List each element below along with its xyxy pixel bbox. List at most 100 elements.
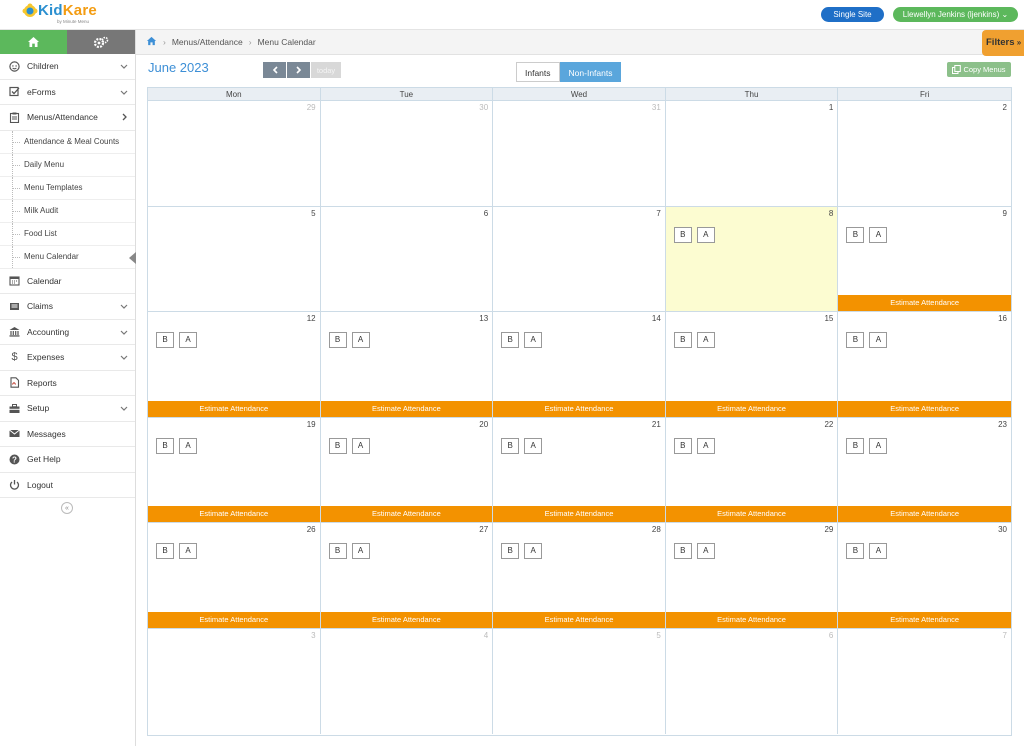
day-cell[interactable]: 1 [666, 101, 839, 206]
prev-month-button[interactable] [263, 62, 287, 78]
breakfast-button[interactable]: B [156, 332, 174, 348]
copy-menus-button[interactable]: Copy Menus [947, 62, 1011, 77]
am-snack-button[interactable]: A [351, 437, 370, 454]
estimate-attendance-button[interactable]: Estimate Attendance [665, 611, 838, 628]
sidebar-item-children[interactable]: Children [0, 54, 135, 80]
breakfast-button[interactable]: B [846, 332, 865, 348]
day-cell[interactable]: 13 B A Estimate Attendance [320, 312, 494, 417]
estimate-attendance-button[interactable]: Estimate Attendance [665, 506, 838, 522]
day-cell[interactable]: 2 [838, 101, 1011, 206]
day-cell[interactable]: 3 [148, 628, 321, 734]
day-cell[interactable]: 29 [148, 101, 321, 206]
am-snack-button[interactable]: A [524, 437, 543, 454]
breakfast-button[interactable]: B [846, 437, 865, 454]
day-cell[interactable]: 27 B A Estimate Attendance [320, 523, 494, 628]
day-cell[interactable]: 22 B A Estimate Attendance [665, 417, 839, 522]
day-cell[interactable]: 19 B A Estimate Attendance [148, 417, 321, 522]
estimate-attendance-button[interactable]: Estimate Attendance [493, 506, 665, 522]
am-snack-button[interactable]: A [524, 543, 543, 559]
day-cell[interactable]: 7 [493, 206, 666, 311]
next-month-button[interactable] [287, 62, 311, 78]
breakfast-button[interactable]: B [156, 543, 174, 559]
day-cell[interactable]: 28 B A Estimate Attendance [493, 523, 666, 628]
day-cell[interactable]: 23 B A Estimate Attendance [838, 418, 1011, 522]
day-cell[interactable]: 5 [493, 628, 666, 734]
subitem-attendance-meal-counts[interactable]: Attendance & Meal Counts [0, 130, 135, 154]
sidebar-item-calendar[interactable]: Calendar [0, 269, 135, 294]
estimate-attendance-button[interactable]: Estimate Attendance [665, 400, 838, 417]
day-cell-today[interactable]: 8 B A [665, 206, 839, 311]
estimate-attendance-button[interactable]: Estimate Attendance [838, 506, 1011, 522]
breakfast-button[interactable]: B [328, 543, 347, 559]
breakfast-button[interactable]: B [156, 437, 174, 454]
am-snack-button[interactable]: A [179, 543, 197, 559]
single-site-button[interactable]: Single Site [821, 7, 884, 22]
estimate-attendance-button[interactable]: Estimate Attendance [148, 506, 320, 522]
estimate-attendance-button[interactable]: Estimate Attendance [838, 400, 1011, 417]
day-cell[interactable]: 4 [321, 628, 494, 734]
breakfast-button[interactable]: B [846, 226, 865, 243]
am-snack-button[interactable]: A [869, 226, 888, 243]
sidebar-item-accounting[interactable]: Accounting [0, 320, 135, 345]
estimate-attendance-button[interactable]: Estimate Attendance [838, 611, 1011, 628]
am-snack-button[interactable]: A [869, 543, 888, 559]
subitem-milk-audit[interactable]: Milk Audit [0, 199, 135, 223]
breakfast-button[interactable]: B [846, 543, 865, 559]
estimate-attendance-button[interactable]: Estimate Attendance [148, 400, 320, 417]
sidebar-item-messages[interactable]: Messages [0, 422, 135, 447]
day-cell[interactable]: 6 [666, 628, 839, 734]
estimate-attendance-button[interactable]: Estimate Attendance [493, 611, 665, 628]
breakfast-button[interactable]: B [673, 226, 692, 243]
sidebar-item-claims[interactable]: Claims [0, 294, 135, 320]
breakfast-button[interactable]: B [328, 437, 347, 454]
day-cell[interactable]: 7 [838, 629, 1011, 735]
sidebar-item-menus-attendance[interactable]: Menus/Attendance [0, 105, 135, 131]
am-snack-button[interactable]: A [351, 332, 370, 348]
day-cell[interactable]: 9 B A Estimate Attendance [838, 207, 1011, 311]
user-menu-button[interactable]: Llewellyn Jenkins (ljenkins) ⌄ [893, 7, 1018, 22]
settings-tab[interactable] [66, 30, 135, 54]
tab-infants[interactable]: Infants [516, 62, 560, 82]
sidebar-item-get-help[interactable]: ? Get Help [0, 447, 135, 473]
day-cell[interactable]: 20 B A Estimate Attendance [320, 417, 494, 522]
today-button[interactable]: today [311, 62, 341, 78]
am-snack-button[interactable]: A [179, 437, 197, 454]
breakfast-button[interactable]: B [328, 332, 347, 348]
home-tab[interactable] [0, 30, 67, 54]
day-cell[interactable]: 26 B A Estimate Attendance [148, 523, 321, 628]
day-cell[interactable]: 16 B A Estimate Attendance [838, 312, 1011, 417]
day-cell[interactable]: 29 B A Estimate Attendance [665, 523, 839, 628]
am-snack-button[interactable]: A [696, 226, 715, 243]
estimate-attendance-button[interactable]: Estimate Attendance [320, 400, 493, 417]
day-cell[interactable]: 30 B A Estimate Attendance [838, 523, 1011, 628]
breakfast-button[interactable]: B [673, 543, 692, 559]
day-cell[interactable]: 12 B A Estimate Attendance [148, 312, 321, 417]
am-snack-button[interactable]: A [351, 543, 370, 559]
am-snack-button[interactable]: A [696, 543, 715, 559]
breakfast-button[interactable]: B [501, 543, 520, 559]
day-cell[interactable]: 15 B A Estimate Attendance [665, 312, 839, 417]
subitem-food-list[interactable]: Food List [0, 222, 135, 246]
day-cell[interactable]: 30 [321, 101, 494, 206]
collapse-sidebar-button[interactable]: « [61, 502, 73, 514]
breakfast-button[interactable]: B [501, 437, 520, 454]
tab-non-infants[interactable]: Non-Infants [559, 62, 622, 82]
day-cell[interactable]: 14 B A Estimate Attendance [493, 312, 666, 417]
estimate-attendance-button[interactable]: Estimate Attendance [148, 611, 320, 628]
sidebar-item-eforms[interactable]: eForms [0, 80, 135, 105]
am-snack-button[interactable]: A [696, 332, 715, 348]
filters-button[interactable]: Filters » [982, 30, 1024, 56]
breakfast-button[interactable]: B [501, 332, 520, 348]
sidebar-item-expenses[interactable]: $ Expenses [0, 345, 135, 371]
breakfast-button[interactable]: B [673, 437, 692, 454]
breadcrumb-menus-attendance[interactable]: Menus/Attendance [172, 37, 243, 47]
breadcrumb-home-icon[interactable] [146, 36, 157, 48]
subitem-daily-menu[interactable]: Daily Menu [0, 153, 135, 177]
sidebar-item-logout[interactable]: Logout [0, 473, 135, 498]
day-cell[interactable]: 5 [148, 206, 321, 311]
estimate-attendance-button[interactable]: Estimate Attendance [320, 506, 493, 522]
estimate-attendance-button[interactable]: Estimate Attendance [320, 611, 493, 628]
sidebar-item-reports[interactable]: Reports [0, 371, 135, 396]
subitem-menu-calendar[interactable]: Menu Calendar [0, 245, 136, 269]
breakfast-button[interactable]: B [673, 332, 692, 348]
